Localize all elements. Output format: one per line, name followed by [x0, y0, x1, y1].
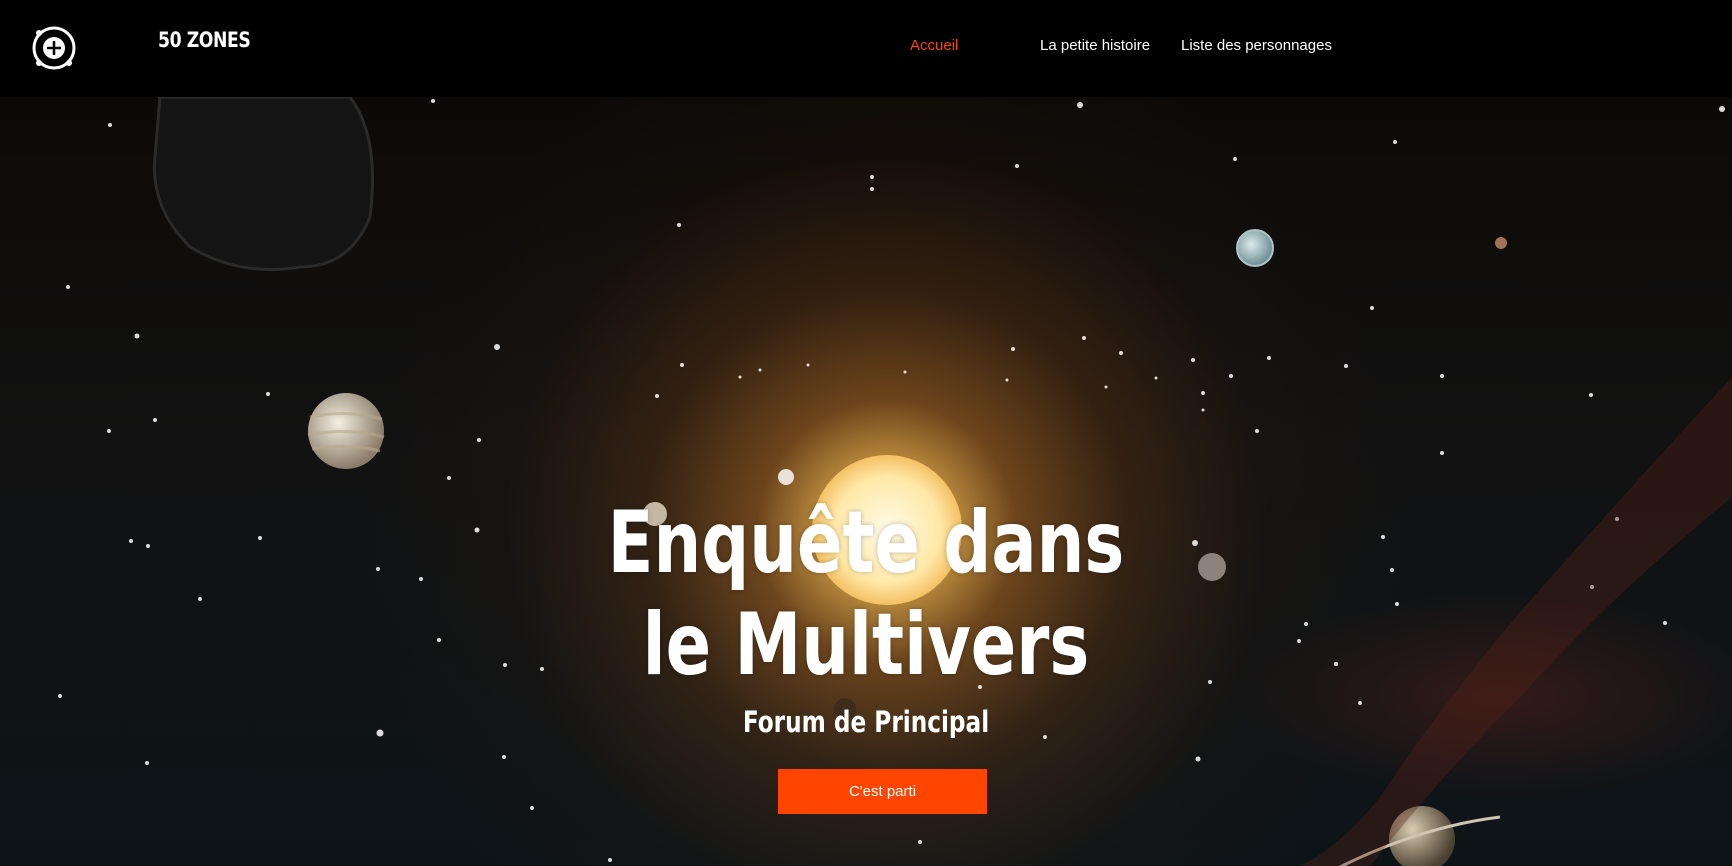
space-background [58, 97, 1732, 866]
cta-button[interactable]: C'est parti [778, 769, 987, 814]
hero-title-line2: le Multivers [642, 595, 1090, 695]
hero-subtitle: Forum de Principal [742, 705, 990, 739]
nav-item-petite-histoire[interactable]: La petite histoire [1040, 37, 1150, 54]
hero-section: Enquête dans le Multivers Forum de Princ… [0, 97, 1732, 866]
hero-title: Enquête dans le Multivers [191, 492, 1542, 696]
nav-item-liste-personnages[interactable]: Liste des personnages [1181, 37, 1332, 54]
site-header: 50 ZONES Accueil La petite histoire List… [0, 0, 1732, 97]
hero-title-line1: Enquête dans [607, 493, 1125, 593]
orbit-logo-icon[interactable] [29, 23, 79, 73]
nav-item-accueil[interactable]: Accueil [910, 37, 958, 54]
site-brand[interactable]: 50 ZONES [158, 28, 251, 52]
